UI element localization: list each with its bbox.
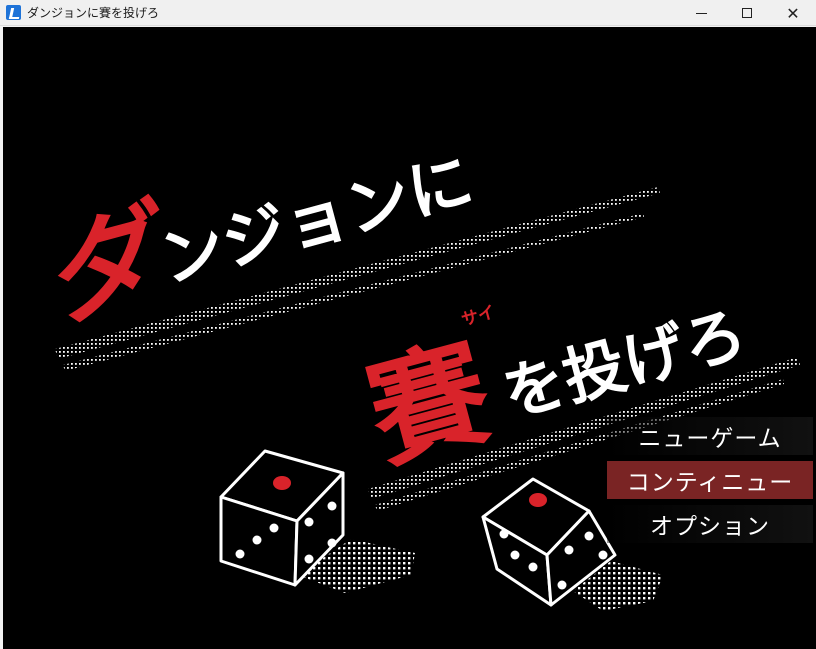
- menu-options[interactable]: オプション: [607, 505, 813, 543]
- minimize-icon: [695, 12, 707, 14]
- game-screen[interactable]: ダ ンジョンに サイ 賽 を投げろ ニューゲーム コンティニュー オプション: [3, 27, 816, 649]
- maximize-icon: [742, 8, 752, 18]
- logo-sai-kanji: 賽: [355, 322, 505, 486]
- title-art: ダ ンジョンに サイ 賽 を投げろ: [28, 144, 800, 611]
- maximize-button[interactable]: [724, 0, 770, 26]
- close-button[interactable]: ✕: [770, 0, 816, 26]
- minimize-button[interactable]: [678, 0, 724, 26]
- app-icon: [6, 5, 21, 20]
- close-icon: ✕: [786, 3, 800, 23]
- logo-line1: ダ ンジョンに: [28, 144, 480, 345]
- menu-new-game[interactable]: ニューゲーム: [607, 417, 813, 455]
- title-bar: ダンジョンに賽を投げろ ✕: [0, 0, 816, 26]
- window-title: ダンジョンに賽を投げろ: [27, 6, 160, 20]
- logo-line1-text: ンジョンに: [152, 144, 480, 298]
- menu-continue[interactable]: コンティニュー: [607, 461, 813, 499]
